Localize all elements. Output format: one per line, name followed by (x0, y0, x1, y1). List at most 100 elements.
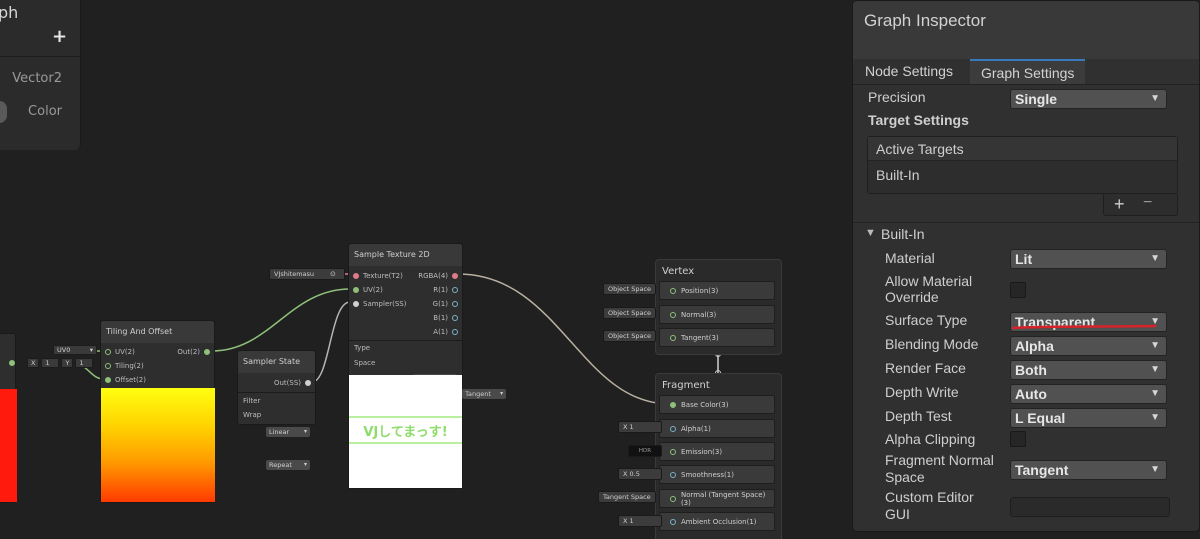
property-type-vector2: Vector2 (12, 71, 62, 86)
tab-graph-settings[interactable]: Graph Settings (970, 59, 1086, 84)
node-title: Sample Texture 2D (349, 244, 462, 266)
target-settings-heading: Target Settings (868, 112, 969, 128)
port-out-ss[interactable]: Out(SS) (274, 376, 315, 390)
wrap-dropdown[interactable]: Repeat (266, 460, 310, 470)
render-face-dropdown[interactable]: Both ▼ (1010, 360, 1167, 380)
depth-test-dropdown[interactable]: L Equal ▼ (1010, 408, 1167, 428)
depth-write-label: Depth Write (885, 384, 959, 400)
emission-hdr-swatch[interactable]: HDR (628, 445, 662, 457)
alpha-clipping-checkbox[interactable] (1010, 431, 1026, 447)
port-icon (670, 495, 676, 502)
port-out[interactable]: Out(2) (177, 345, 214, 359)
slot-emission[interactable]: Emission(3) (659, 442, 775, 461)
offset-field[interactable]: X 1 Y 1 (27, 358, 94, 368)
tab-node-settings[interactable]: Node Settings (854, 59, 964, 84)
port-icon (105, 349, 111, 355)
port-icon (670, 401, 676, 408)
output-port[interactable] (9, 360, 15, 366)
node-title: Tiling And Offset (101, 321, 214, 343)
depth-write-dropdown[interactable]: Auto ▼ (1010, 384, 1167, 404)
texture-property-chip[interactable]: VJshitemasu ⊙ (269, 268, 345, 280)
y-label: Y (61, 358, 74, 368)
port-a[interactable]: A(1) (433, 325, 462, 339)
partial-color-node[interactable] (0, 333, 17, 503)
preview-text: VJしてまっす! (363, 425, 448, 440)
fragment-title: Fragment (662, 380, 710, 391)
sampler-state-node[interactable]: Sampler State Out(SS) Filter Linear Wrap… (237, 350, 316, 470)
space-dropdown[interactable]: Tangent (462, 389, 507, 399)
slot-tangent[interactable]: Tangent(3) (659, 328, 775, 347)
port-icon (105, 363, 111, 369)
type-label: Type (354, 344, 371, 352)
slot-smoothness[interactable]: Smoothness(1) (659, 465, 775, 484)
sample-texture-2d-node[interactable]: Sample Texture 2D Texture(T2) UV(2) Samp… (348, 243, 507, 489)
uv-channel-value: UV0 (57, 345, 71, 354)
port-r[interactable]: R(1) (433, 283, 462, 297)
material-dropdown[interactable]: Lit ▼ (1010, 249, 1167, 269)
normal-space-field[interactable]: Tangent Space (598, 491, 656, 503)
property-pill[interactable] (0, 101, 7, 123)
slot-alpha[interactable]: Alpha(1) (659, 419, 775, 438)
blackboard-panel: ph + Vector2 Color (0, 0, 81, 150)
foldout-arrow-icon[interactable]: ▼ (865, 227, 876, 239)
slot-base-color[interactable]: Base Color(3) (659, 395, 775, 414)
port-rgba[interactable]: RGBA(4) (418, 269, 462, 283)
y-value-field[interactable]: 1 (75, 358, 94, 368)
allow-material-override-checkbox[interactable] (1010, 282, 1026, 298)
port-uv[interactable]: UV(2) (349, 283, 383, 297)
active-targets-label: Active Targets (876, 141, 964, 157)
tiling-offset-node[interactable]: Tiling And Offset UV(2) Tiling(2) Offset… (100, 320, 215, 503)
ao-value-field[interactable]: X 1 (618, 515, 662, 527)
add-property-button[interactable]: + (52, 26, 67, 47)
port-uv[interactable]: UV(2) (101, 345, 135, 359)
chevron-down-icon: ▼ (1150, 253, 1160, 264)
alpha-value-field[interactable]: X 1 (618, 421, 662, 433)
port-sampler[interactable]: Sampler(SS) (349, 297, 406, 311)
port-icon (452, 287, 458, 293)
slot-ambient-occlusion[interactable]: Ambient Occlusion(1) (659, 512, 775, 531)
position-space[interactable]: Object Space (603, 283, 657, 295)
inspector-title: Graph Inspector (864, 11, 986, 30)
remove-target-button[interactable]: − (1143, 194, 1152, 212)
port-b[interactable]: B(1) (433, 311, 462, 325)
vertex-block[interactable]: Vertex Position(3) Normal(3) Tangent(3) (655, 259, 782, 355)
port-texture[interactable]: Texture(T2) (349, 269, 403, 283)
smoothness-value-field[interactable]: X 0.5 (618, 468, 662, 480)
chevron-down-icon: ▼ (1150, 340, 1160, 351)
fragment-normal-space-dropdown[interactable]: Tangent ▼ (1010, 460, 1167, 480)
filter-dropdown[interactable]: Linear (266, 427, 310, 437)
filter-label: Filter (243, 397, 261, 405)
texture-property-name: VJshitemasu (274, 269, 315, 278)
x-value-field[interactable]: 1 (41, 358, 60, 368)
red-preview (0, 389, 17, 502)
tangent-space[interactable]: Object Space (603, 330, 657, 342)
normal-space[interactable]: Object Space (603, 307, 657, 319)
target-item-built-in[interactable]: Built-In (876, 167, 920, 183)
port-icon (353, 301, 359, 307)
custom-editor-gui-field[interactable] (1010, 497, 1170, 517)
fragment-block[interactable]: Fragment Base Color(3) Alpha(1) Emission… (655, 373, 782, 539)
uv-channel-dropdown[interactable]: UV0 ▾ (53, 345, 97, 355)
port-tiling[interactable]: Tiling(2) (101, 359, 144, 373)
precision-label: Precision (868, 89, 926, 105)
chevron-down-icon: ▼ (1150, 412, 1160, 423)
port-icon (670, 425, 676, 432)
port-g[interactable]: G(1) (433, 297, 462, 311)
port-icon (452, 329, 458, 335)
slot-normal[interactable]: Normal(3) (659, 305, 775, 324)
material-label: Material (885, 250, 935, 266)
port-offset[interactable]: Offset(2) (101, 373, 146, 387)
texture-preview: VJしてまっす! (349, 375, 462, 488)
port-icon (670, 518, 676, 525)
blending-mode-label: Blending Mode (885, 336, 979, 352)
precision-dropdown[interactable]: Single ▼ (1010, 89, 1167, 109)
blending-mode-dropdown[interactable]: Alpha ▼ (1010, 336, 1167, 356)
slot-position[interactable]: Position(3) (659, 281, 775, 300)
divider (853, 222, 1199, 223)
add-target-button[interactable]: + (1114, 194, 1125, 215)
chevron-down-icon: ▼ (1150, 93, 1160, 104)
slot-normal-tangent[interactable]: Normal (Tangent Space)(3) (659, 489, 775, 508)
chevron-down-icon: ▾ (89, 345, 93, 354)
active-targets-list: Active Targets Built-In (867, 136, 1178, 194)
fragment-normal-space-label: Fragment Normal Space (885, 452, 994, 485)
